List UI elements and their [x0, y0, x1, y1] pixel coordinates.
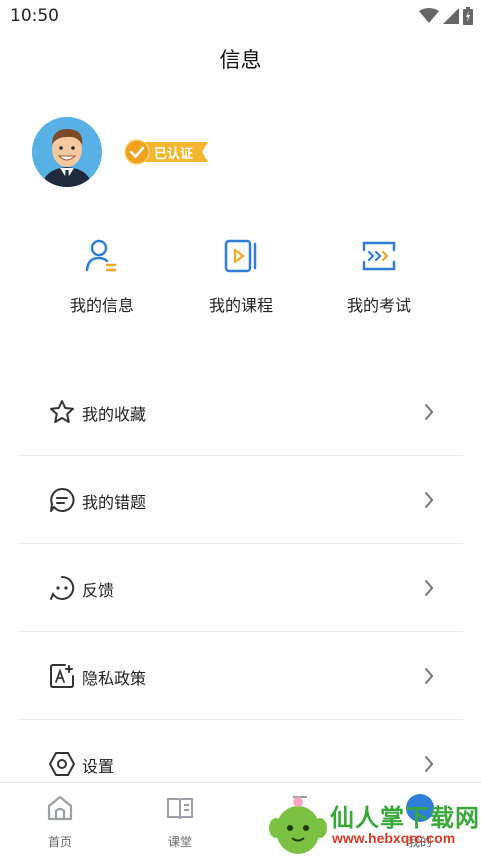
menu-item-feedback-label: 反馈	[82, 581, 115, 600]
watermark: 仙人掌下载网 www.hebxqrc.com	[268, 790, 481, 856]
quick-my-courses[interactable]: 我的课程	[181, 236, 301, 316]
chevron-right-icon	[425, 492, 434, 508]
menu-item-mistakes[interactable]: 我的错题	[18, 456, 463, 544]
feedback-face-icon	[50, 575, 75, 600]
menu-item-favorites[interactable]: 我的收藏	[18, 368, 463, 456]
course-play-icon	[224, 239, 257, 273]
quick-my-courses-label: 我的课程	[208, 296, 273, 315]
avatar[interactable]	[32, 117, 102, 187]
chevron-right-icon	[425, 668, 434, 684]
quick-my-exams-label: 我的考试	[346, 296, 411, 315]
home-icon	[47, 795, 73, 821]
status-time: 10:50	[10, 6, 59, 26]
signal-icon	[443, 8, 459, 24]
tab-home-label: 首页	[47, 835, 72, 849]
page-title: 信息	[219, 48, 262, 72]
verified-badge-label: 已认证	[154, 147, 194, 162]
cactus-logo-icon	[269, 797, 327, 854]
status-icons	[419, 7, 473, 25]
title-bar: 信息	[0, 40, 481, 80]
quick-my-info-label: 我的信息	[69, 296, 134, 315]
menu-item-privacy-label: 隐私政策	[82, 669, 147, 688]
menu-item-feedback[interactable]: 反馈	[18, 544, 463, 632]
quick-actions: 我的信息 我的课程 我的考试	[0, 236, 481, 316]
watermark-url: www.hebxqrc.com	[332, 830, 456, 846]
profile-section: 已认证	[32, 117, 332, 187]
chevron-right-icon	[425, 756, 434, 772]
menu-list: 我的收藏 我的错题 反馈 隐私政策 设置	[18, 368, 463, 808]
chevron-right-icon	[425, 580, 434, 596]
tab-home[interactable]: 首页	[20, 793, 100, 850]
exam-forward-icon	[362, 241, 396, 271]
watermark-text: 仙人掌下载网	[330, 804, 480, 832]
avatar-illustration	[32, 117, 102, 187]
user-info-icon	[85, 239, 117, 272]
quick-my-info[interactable]: 我的信息	[42, 236, 162, 316]
privacy-edit-icon	[50, 664, 74, 688]
chat-bubble-icon	[50, 487, 75, 512]
chevron-right-icon	[425, 404, 434, 420]
star-icon	[50, 400, 74, 423]
settings-hex-icon	[49, 752, 75, 776]
verified-badge: 已认证	[124, 139, 208, 165]
tab-classroom[interactable]: 课堂	[140, 793, 220, 850]
quick-my-exams[interactable]: 我的考试	[319, 236, 439, 316]
tab-classroom-label: 课堂	[167, 835, 192, 849]
menu-item-privacy[interactable]: 隐私政策	[18, 632, 463, 720]
battery-icon	[463, 7, 473, 25]
wifi-icon	[419, 8, 439, 23]
status-bar: 10:50	[0, 0, 481, 32]
book-icon	[167, 798, 193, 820]
menu-item-favorites-label: 我的收藏	[82, 405, 147, 424]
menu-item-settings-label: 设置	[82, 757, 115, 776]
menu-item-mistakes-label: 我的错题	[82, 493, 147, 512]
